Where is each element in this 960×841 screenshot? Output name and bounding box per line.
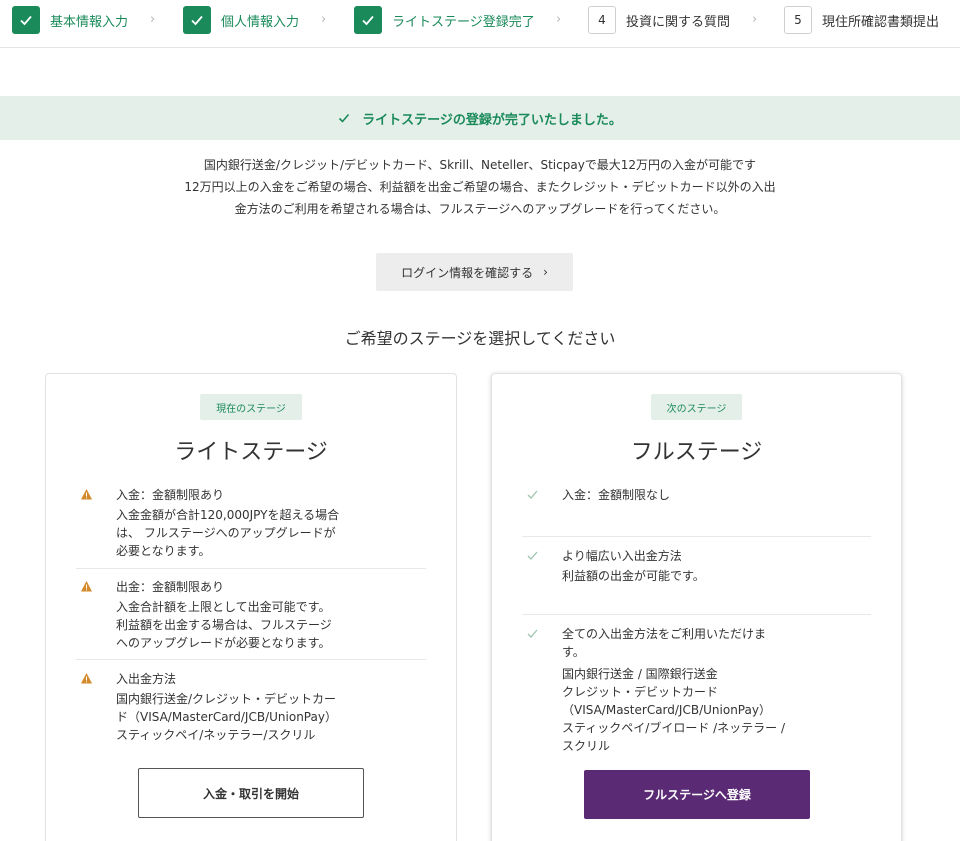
step-label: 現住所確認書類提出 xyxy=(822,14,940,30)
feature-item: 入金：金額制限あり 入金金額が合計120,000JPYを超える場合 は、 フルス… xyxy=(76,486,426,560)
current-stage-badge: 現在のステージ xyxy=(200,394,302,420)
step-label: ライトステージ登録完了 xyxy=(392,14,535,30)
step-label: 個人情報入力 xyxy=(221,14,300,30)
next-stage-badge: 次のステージ xyxy=(650,394,743,420)
current-stage-card: 現在のステージ ライトステージ 入金：金額制限あり 入金金額が合計120,000… xyxy=(45,373,457,841)
banner-text: ライトステージの登録が完了いたしました。 xyxy=(362,112,622,128)
step-basic-info: 基本情報入力 xyxy=(12,6,128,34)
step-check-icon xyxy=(354,6,382,34)
check-icon xyxy=(526,627,539,640)
warning-icon xyxy=(80,580,93,593)
stage-description: 国内銀行送金/クレジット/デビットカード、Skrill、Neteller、Sti… xyxy=(150,154,810,220)
registration-stepper: 基本情報入力 › 個人情報入力 › ライトステージ登録完了 › 4 投資に関する… xyxy=(0,0,960,48)
feature-item: 全ての入出金方法をご利用いただけま す。 国内銀行送金 / 国際銀行送金 クレジ… xyxy=(522,625,871,755)
register-full-stage-button[interactable]: フルステージへ登録 xyxy=(584,770,810,819)
divider xyxy=(76,659,426,660)
step-label: 基本情報入力 xyxy=(50,14,129,30)
step-check-icon xyxy=(12,6,40,34)
step-number: 4 xyxy=(588,6,616,34)
success-banner: ライトステージの登録が完了いたしました。 xyxy=(0,96,960,140)
step-chevron-icon: › xyxy=(321,12,327,27)
divider xyxy=(522,614,871,615)
start-deposit-trading-button[interactable]: 入金・取引を開始 xyxy=(138,768,364,818)
step-chevron-icon: › xyxy=(556,12,562,27)
feature-title: より幅広い入出金方法 xyxy=(562,549,682,563)
feature-text: 国内銀行送金/クレジット・デビットカー ド（VISA/MasterCard/JC… xyxy=(116,692,337,742)
divider xyxy=(522,536,871,537)
feature-text: 利益額の出金が可能です。 xyxy=(562,569,705,583)
warning-icon xyxy=(80,672,93,685)
step-investment-questions: 4 投資に関する質問 xyxy=(588,6,730,34)
card-title: ライトステージ xyxy=(174,440,328,465)
feature-title: 入金：金額制限あり xyxy=(116,488,225,502)
step-address-documents: 5 現住所確認書類提出 xyxy=(784,6,939,34)
chevron-right-icon: › xyxy=(543,265,548,279)
feature-item: より幅広い入出金方法 利益額の出金が可能です。 xyxy=(522,547,871,585)
login-button-label: ログイン情報を確認する xyxy=(401,265,534,280)
divider xyxy=(76,568,426,569)
feature-title: 入金：金額制限なし xyxy=(562,488,671,502)
description-line: 12万円以上の入金をご希望の場合、利益額を出金ご希望の場合、またクレジット・デビ… xyxy=(184,180,776,194)
warning-icon xyxy=(80,488,93,501)
feature-title: 入出金方法 xyxy=(116,672,177,686)
step-chevron-icon: › xyxy=(150,12,156,27)
step-check-icon xyxy=(183,6,211,34)
step-chevron-icon: › xyxy=(752,12,758,27)
feature-title: 出金：金額制限あり xyxy=(116,580,225,594)
feature-item: 入金：金額制限なし xyxy=(522,486,871,504)
feature-item: 出金：金額制限あり 入金合計額を上限として出金可能です。 利益額を出金する場合は… xyxy=(76,578,426,652)
feature-title: 全ての入出金方法をご利用いただけま xyxy=(562,627,767,641)
feature-text: す。 国内銀行送金 / 国際銀行送金 クレジット・デビットカード （VISA/M… xyxy=(562,645,786,753)
card-title: フルステージ xyxy=(630,440,763,465)
feature-text: 入金金額が合計120,000JPYを超える場合 は、 フルステージへのアップグレ… xyxy=(116,508,340,558)
feature-text: 入金合計額を上限として出金可能です。 利益額を出金する場合は、フルステージ への… xyxy=(116,600,332,650)
description-line: 金方法のご利用を希望される場合は、フルステージへのアップグレードを行ってください… xyxy=(234,202,726,216)
view-login-info-button[interactable]: ログイン情報を確認する › xyxy=(376,253,573,291)
check-icon xyxy=(526,488,539,501)
check-icon xyxy=(526,549,539,562)
feature-item: 入出金方法 国内銀行送金/クレジット・デビットカー ド（VISA/MasterC… xyxy=(76,670,426,744)
description-line: 国内銀行送金/クレジット/デビットカード、Skrill、Neteller、Sti… xyxy=(203,158,757,172)
step-label: 投資に関する質問 xyxy=(626,14,731,30)
section-title: ご希望のステージを選択してください xyxy=(344,329,616,348)
next-stage-card: 次のステージ フルステージ 入金：金額制限なし より幅広い入出金方法 利益額の出… xyxy=(491,373,902,841)
step-light-stage-complete: ライトステージ登録完了 xyxy=(354,6,535,34)
check-icon xyxy=(338,109,350,128)
step-personal-info: 個人情報入力 xyxy=(183,6,299,34)
step-number: 5 xyxy=(784,6,812,34)
